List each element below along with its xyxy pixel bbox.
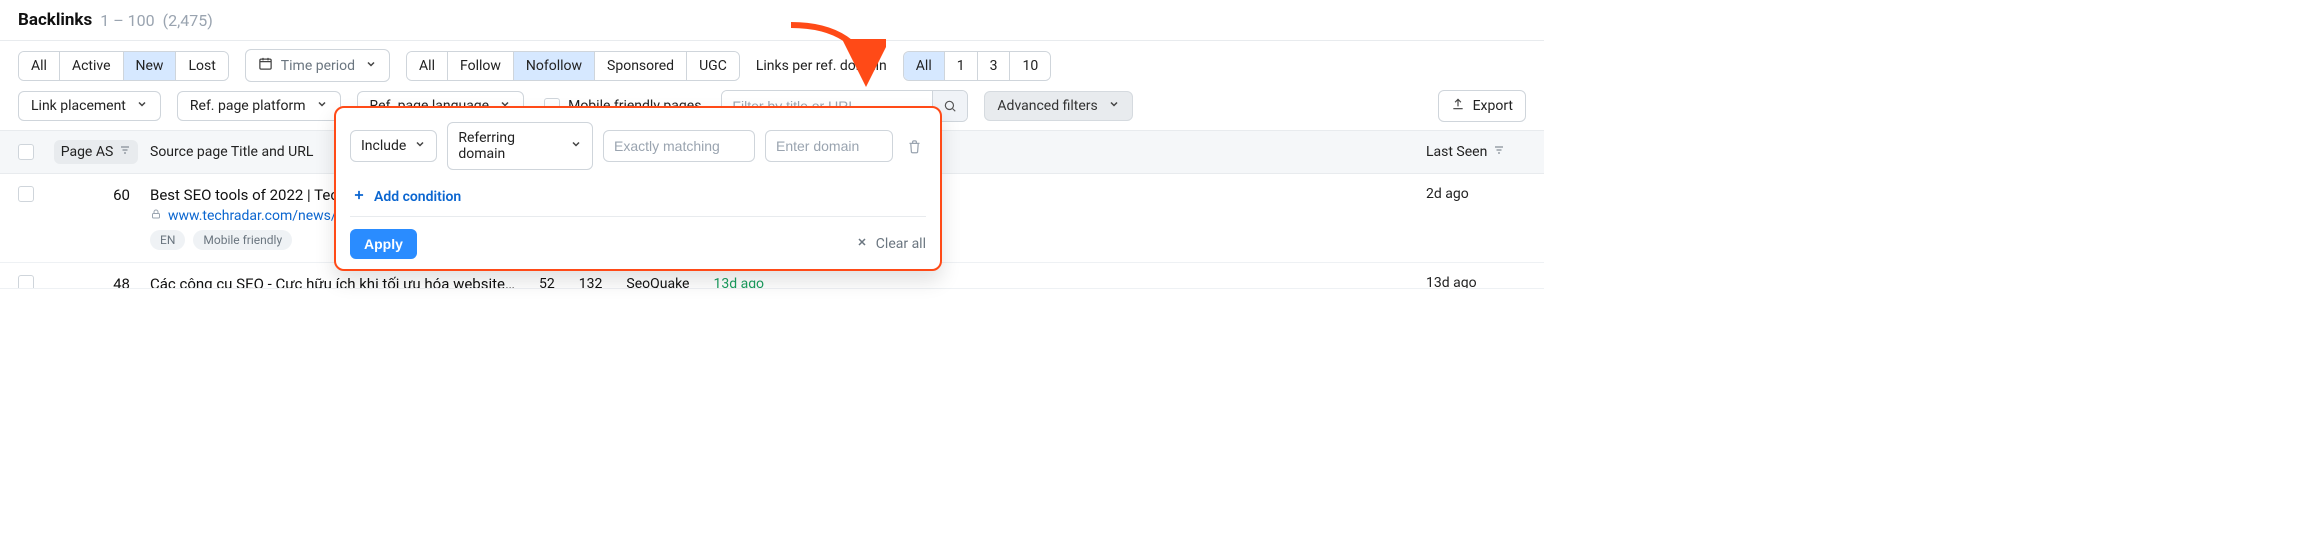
chevron-down-icon: [1108, 98, 1120, 114]
page-total: (2,475): [163, 11, 213, 30]
advanced-filters-button[interactable]: Advanced filters: [984, 91, 1132, 121]
chevron-down-icon: [136, 98, 148, 114]
col-page-as[interactable]: Page AS: [54, 140, 138, 164]
row-title: Các công cụ SEO - Cực hữu ích khi tối ưu…: [150, 275, 515, 289]
follow-filter-group: All Follow Nofollow Sponsored UGC: [406, 51, 740, 81]
condition-value-input[interactable]: [765, 130, 893, 162]
ref-platform-label: Ref. page platform: [190, 98, 306, 114]
export-icon: [1451, 97, 1465, 115]
links-per-domain-label: Links per ref. domain: [756, 58, 887, 74]
status-filter-group: All Active New Lost: [18, 51, 229, 81]
follow-sponsored[interactable]: Sponsored: [595, 52, 687, 80]
chevron-down-icon: [365, 58, 377, 74]
row-page-as: 48: [54, 275, 138, 289]
status-new[interactable]: New: [124, 52, 177, 80]
follow-all[interactable]: All: [407, 52, 448, 80]
time-period-label: Time period: [281, 58, 355, 74]
add-condition-label: Add condition: [374, 189, 461, 205]
row-extra: SeoQuake: [626, 276, 689, 289]
clear-all-button[interactable]: Clear all: [856, 236, 926, 252]
sort-icon: [1493, 144, 1505, 160]
add-condition-button[interactable]: Add condition: [350, 184, 463, 210]
row-last-seen: 2d ago: [1426, 186, 1526, 202]
lang-badge: EN: [150, 230, 185, 250]
condition-field-label: Referring domain: [458, 130, 562, 162]
row-extra: 132: [579, 276, 603, 289]
status-all[interactable]: All: [19, 52, 60, 80]
close-icon: [856, 236, 868, 252]
status-active[interactable]: Active: [60, 52, 124, 80]
row-checkbox[interactable]: [18, 275, 34, 289]
col-last-seen[interactable]: Last Seen: [1426, 144, 1526, 160]
chevron-down-icon: [570, 138, 582, 154]
page-title: Backlinks: [18, 10, 92, 30]
status-lost[interactable]: Lost: [176, 52, 227, 80]
sort-icon: [119, 144, 131, 160]
chevron-down-icon: [316, 98, 328, 114]
delete-condition-button[interactable]: [903, 135, 926, 158]
row-page-as: 60: [54, 186, 138, 204]
advanced-filters-label: Advanced filters: [997, 98, 1097, 114]
page-range: 1 – 100: [100, 11, 154, 30]
row-extra: 13d ago: [713, 276, 764, 289]
condition-mode-label: Include: [361, 138, 406, 154]
export-button[interactable]: Export: [1438, 90, 1526, 122]
col-source-label: Source page Title and URL: [150, 144, 313, 160]
col-last-seen-label: Last Seen: [1426, 144, 1487, 160]
lpd-all[interactable]: All: [904, 52, 945, 80]
export-label: Export: [1473, 98, 1513, 114]
row-last-seen: 13d ago: [1426, 275, 1526, 289]
condition-match-input[interactable]: [603, 130, 755, 162]
link-placement-dropdown[interactable]: Link placement: [18, 91, 161, 121]
calendar-icon: [258, 56, 273, 75]
trash-icon: [907, 139, 922, 154]
clear-all-label: Clear all: [876, 236, 926, 252]
follow-ugc[interactable]: UGC: [687, 52, 739, 80]
lpd-3[interactable]: 3: [978, 52, 1011, 80]
lock-icon: [150, 208, 162, 224]
advanced-filters-popover: Include Referring domain Add condition: [334, 106, 942, 271]
col-page-as-label: Page AS: [61, 144, 114, 160]
row-extra: 52: [539, 276, 555, 289]
follow-nofollow[interactable]: Nofollow: [514, 52, 595, 80]
ref-platform-dropdown[interactable]: Ref. page platform: [177, 91, 341, 121]
follow-follow[interactable]: Follow: [448, 52, 514, 80]
select-all-checkbox[interactable]: [18, 144, 34, 160]
condition-mode-select[interactable]: Include: [350, 130, 437, 162]
plus-icon: [352, 188, 366, 206]
lpd-10[interactable]: 10: [1010, 52, 1050, 80]
search-icon: [943, 99, 957, 113]
time-period-dropdown[interactable]: Time period: [245, 49, 390, 82]
row-checkbox[interactable]: [18, 186, 34, 202]
chevron-down-icon: [414, 138, 426, 154]
mobile-friendly-badge: Mobile friendly: [193, 230, 292, 250]
condition-field-select[interactable]: Referring domain: [447, 122, 593, 170]
link-placement-label: Link placement: [31, 98, 126, 114]
apply-button[interactable]: Apply: [350, 229, 417, 259]
lpd-1[interactable]: 1: [945, 52, 978, 80]
links-per-domain-group: All 1 3 10: [903, 51, 1051, 81]
